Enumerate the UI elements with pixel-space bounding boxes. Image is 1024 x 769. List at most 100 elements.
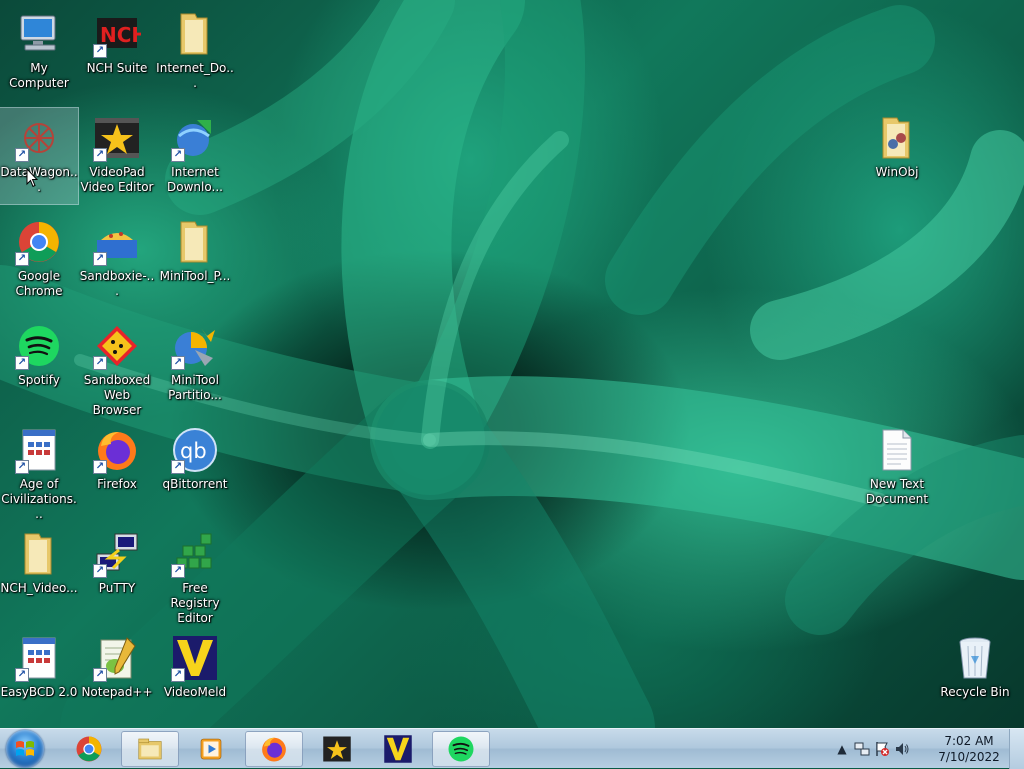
start-button[interactable] (6, 730, 44, 768)
taskbar-chrome-button[interactable] (60, 731, 118, 767)
shortcut-arrow-icon: ↗ (93, 564, 107, 578)
datawagon-icon: ↗ (15, 114, 63, 162)
desktop-icon-internet-do[interactable]: Internet_Do... (156, 4, 234, 100)
taskbar-firefox-button[interactable] (245, 731, 303, 767)
nch-suite-icon: NCH ↗ (93, 10, 141, 58)
videopad-icon (323, 736, 351, 762)
desktop-icon-age-of-civilizations[interactable]: ↗ Age of Civilizations... (0, 420, 78, 521)
system-tray: ▲ 7:02 AM 7/10/2022 (834, 729, 1024, 769)
media-player-icon (200, 738, 222, 760)
desktop-icon-google-chrome[interactable]: ↗ Google Chrome (0, 212, 78, 308)
desktop-icon-nch-video[interactable]: NCH_Video... (0, 524, 78, 620)
desktop-icon-winobj[interactable]: WinObj (858, 108, 936, 204)
taskbar: ▲ 7:02 AM 7/10/2022 (0, 728, 1024, 769)
internet-download-manager-icon: ↗ (171, 114, 219, 162)
desktop-icon-videopad[interactable]: ↗ VideoPad Video Editor (78, 108, 156, 204)
desktop-icon-label: Sandboxed Web Browser (83, 373, 151, 417)
shortcut-arrow-icon: ↗ (171, 668, 185, 682)
desktop-icon-nch-suite[interactable]: NCH ↗ NCH Suite (78, 4, 156, 100)
shortcut-arrow-icon: ↗ (15, 668, 29, 682)
desktop-icon-firefox[interactable]: ↗ Firefox (78, 420, 156, 516)
desktop-icon-sandboxed-browser[interactable]: ↗ Sandboxed Web Browser (78, 316, 156, 417)
desktop-icon-label: PuTTY (98, 581, 136, 595)
network-icon[interactable] (854, 741, 870, 757)
shortcut-arrow-icon: ↗ (93, 148, 107, 162)
desktop-icon-free-registry-editor[interactable]: ↗ Free Registry Editor (156, 524, 234, 625)
clock-date: 7/10/2022 (938, 750, 1000, 764)
desktop-icon-spotify[interactable]: ↗ Spotify (0, 316, 78, 412)
desktop-icon-minitool-p[interactable]: MiniTool_P... (156, 212, 234, 308)
taskbar-media-player-button[interactable] (182, 731, 240, 767)
taskbar-explorer-button[interactable] (121, 731, 179, 767)
desktop-icon-recycle-bin[interactable]: Recycle Bin (936, 628, 1014, 724)
desktop-icon-label: Google Chrome (15, 269, 63, 298)
desktop-icon-label: NCH_Video... (0, 581, 78, 595)
windows-start-icon (16, 741, 34, 756)
system-clock[interactable]: 7:02 AM 7/10/2022 (934, 733, 1004, 765)
desktop-icon-minitool-partition[interactable]: ↗ MiniTool Partitio... (156, 316, 234, 412)
desktop-icon-label: Free Registry Editor (170, 581, 220, 625)
computer-icon (15, 10, 63, 58)
desktop-icon-videomeld[interactable]: ↗ VideoMeld (156, 628, 234, 724)
show-desktop-button[interactable] (1009, 729, 1024, 769)
chrome-icon (76, 736, 102, 762)
putty-icon: ↗ (93, 530, 141, 578)
desktop-icon-new-text-document[interactable]: New Text Document (858, 420, 936, 516)
shortcut-arrow-icon: ↗ (93, 460, 107, 474)
desktop-icon-notepadpp[interactable]: ↗ Notepad++ (78, 628, 156, 724)
desktop-icon-label: EasyBCD 2.0 (0, 685, 78, 699)
desktop-icon-label: Age of Civilizations... (1, 477, 77, 521)
desktop-icon-label: My Computer (9, 61, 69, 90)
desktop-icon-internet-download-manager[interactable]: ↗ Internet Downlo... (156, 108, 234, 204)
chrome-icon: ↗ (15, 218, 63, 266)
desktop-icon-label: VideoMeld (163, 685, 227, 699)
shortcut-arrow-icon: ↗ (15, 252, 29, 266)
text-document-icon (873, 426, 921, 474)
desktop-icon-putty[interactable]: ↗ PuTTY (78, 524, 156, 620)
videomeld-icon: ↗ (171, 634, 219, 682)
videopad-icon: ↗ (93, 114, 141, 162)
videomeld-icon (384, 735, 412, 763)
shortcut-arrow-icon: ↗ (15, 148, 29, 162)
shortcut-arrow-icon: ↗ (15, 356, 29, 370)
show-hidden-icons-button[interactable]: ▲ (834, 741, 850, 757)
shortcut-arrow-icon: ↗ (171, 564, 185, 578)
desktop-icon-label: Recycle Bin (940, 685, 1010, 699)
clock-time: 7:02 AM (944, 734, 994, 748)
desktop-icon-datawagon[interactable]: ↗ DataWagon... (0, 107, 79, 205)
shortcut-arrow-icon: ↗ (93, 356, 107, 370)
desktop-icon-label: DataWagon... (0, 165, 78, 194)
spotify-icon: ↗ (15, 322, 63, 370)
desktop-icon-label: Spotify (18, 373, 60, 387)
desktop-icon-label: Notepad++ (81, 685, 153, 699)
desktop-icon-my-computer[interactable]: My Computer (0, 4, 78, 100)
desktop-icon-label: Internet_Do... (156, 61, 234, 90)
desktop-icon-label: New Text Document (865, 477, 929, 506)
desktop-icon-label: MiniTool Partitio... (168, 373, 222, 402)
spotify-icon (448, 736, 474, 762)
taskbar-spotify-button[interactable] (432, 731, 490, 767)
desktop-icon-easybcd[interactable]: ↗ EasyBCD 2.0 (0, 628, 78, 724)
firefox-icon: ↗ (93, 426, 141, 474)
shortcut-arrow-icon: ↗ (93, 668, 107, 682)
volume-icon[interactable] (894, 741, 910, 757)
desktop-icon-label: MiniTool_P... (159, 269, 231, 283)
sandboxed-browser-icon: ↗ (93, 322, 141, 370)
notepadpp-icon: ↗ (93, 634, 141, 682)
minitool-partition-icon: ↗ (171, 322, 219, 370)
desktop-icon-label: NCH Suite (86, 61, 148, 75)
file-explorer-icon (138, 738, 162, 760)
shortcut-arrow-icon: ↗ (171, 460, 185, 474)
folder-icon (171, 218, 219, 266)
desktop-icon-qbittorrent[interactable]: qb ↗ qBittorrent (156, 420, 234, 516)
registry-editor-icon: ↗ (171, 530, 219, 578)
desktop-icon-label: Sandboxie-... (79, 269, 155, 298)
desktop-icon-label: qBittorrent (162, 477, 228, 491)
taskbar-videomeld-button[interactable] (369, 731, 427, 767)
sandboxie-icon: ↗ (93, 218, 141, 266)
winobj-folder-icon (873, 114, 921, 162)
action-center-flag-icon[interactable] (874, 741, 890, 757)
desktop-icon-sandboxie[interactable]: ↗ Sandboxie-... (78, 212, 156, 308)
taskbar-videopad-button[interactable] (308, 731, 366, 767)
application-icon: ↗ (15, 634, 63, 682)
